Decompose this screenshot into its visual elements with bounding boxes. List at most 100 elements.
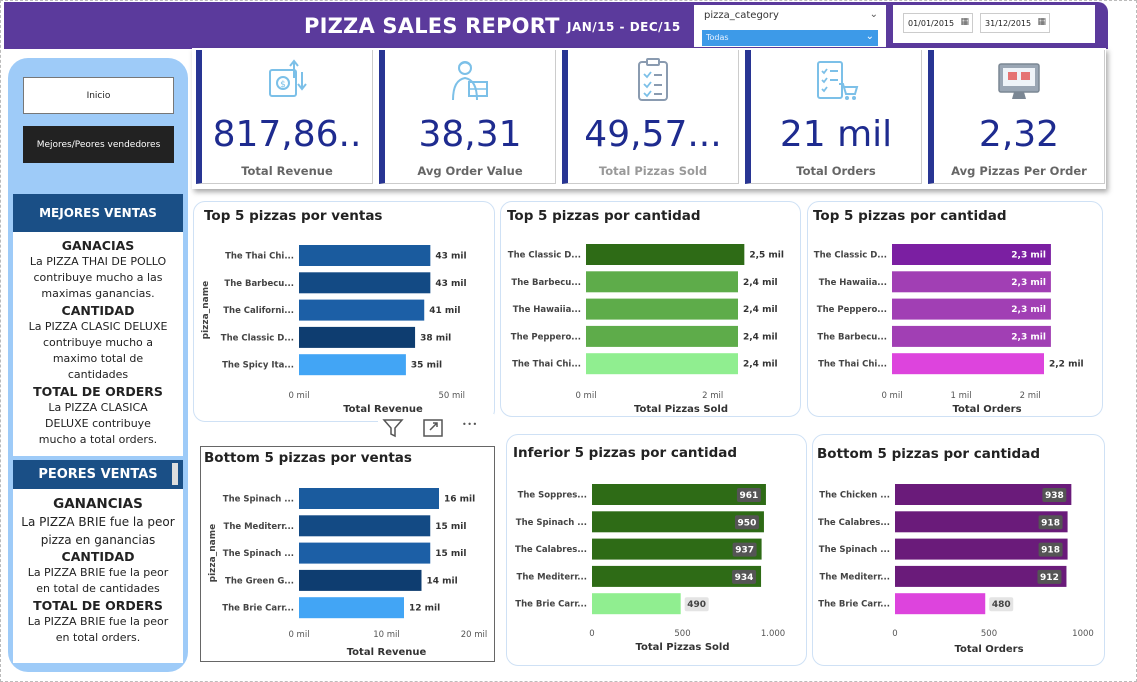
chart-card-top-orders[interactable]: Top 5 pizzas por cantidad The Classic D.… [807, 201, 1103, 417]
category-dropdown[interactable]: Todas ⌄ [702, 30, 878, 46]
bar [586, 244, 745, 265]
bar [586, 271, 738, 293]
sidebar: Inicio Mejores/Peores vendedores MEJORES… [8, 58, 188, 672]
category-label: The Thai Chi... [512, 360, 581, 370]
cantidad-text: La PIZZA CLASIC DELUXE contribuye mucho … [28, 320, 168, 381]
start-date-input[interactable]: 01/01/2015 ▦ [903, 13, 973, 33]
chart-card-bottom-orders[interactable]: Bottom 5 pizzas por cantidad The Chicken… [812, 434, 1105, 666]
peores-ventas-heading: PEORES VENTAS [13, 460, 183, 489]
kpi-row: $ 817,86.. Total Revenue 38,31 Avg Order… [192, 48, 1106, 189]
bar [586, 325, 738, 347]
end-date-input[interactable]: 31/12/2015 ▦ [980, 13, 1050, 33]
data-label: 2,4 mil [743, 305, 778, 315]
category-label: The Thai Chi... [818, 360, 887, 370]
chart-card-top-revenue[interactable]: Top 5 pizzas por ventas The Thai Chi... 4… [193, 201, 495, 422]
data-label: 490 [687, 600, 706, 610]
monitor-cart-icon [998, 63, 1040, 99]
data-label: 2,3 mil [1011, 305, 1046, 315]
bar [299, 488, 439, 509]
orders-heading: TOTAL DE ORDERS [33, 384, 163, 399]
category-label: The Barbecu... [817, 332, 887, 342]
category-label: The Hawaiia... [819, 278, 887, 288]
data-label: 938 [1045, 491, 1064, 501]
bar [299, 272, 431, 294]
kpi-card-total-pizzas-sold[interactable]: 49,57... Total Pizzas Sold [562, 50, 739, 184]
kpi-label: Total Pizzas Sold [598, 164, 708, 178]
category-label: The Californi... [223, 306, 294, 316]
mejores-peores-button[interactable]: Mejores/Peores vendedores [23, 126, 174, 163]
tick-label: 1.000 [761, 629, 785, 639]
category-label: The Calabres... [818, 518, 890, 528]
cantidad-text: La PIZZA BRIE fue la peor en total de ca… [27, 566, 169, 595]
kpi-card-avg-order-value[interactable]: 38,31 Avg Order Value [379, 50, 556, 184]
category-selected-value: Todas [706, 33, 729, 42]
calendar-icon[interactable]: ▦ [1037, 17, 1046, 27]
data-label: 12 mil [409, 604, 440, 614]
focus-mode-icon[interactable] [422, 418, 444, 442]
filter-icon[interactable] [382, 418, 404, 442]
kpi-card-total-revenue[interactable]: $ 817,86.. Total Revenue [196, 50, 373, 184]
ganancias-text: La PIZZA BRIE fue la peor pizza en ganan… [21, 515, 175, 547]
kpi-card-total-orders[interactable]: 21 mil Total Orders [745, 50, 922, 184]
category-label: The Spinach ... [223, 549, 294, 559]
data-label: 2,2 mil [1049, 360, 1084, 370]
bar [892, 353, 1044, 375]
chart-card-bottom-quantity[interactable]: Inferior 5 pizzas por cantidad The Soppr… [506, 434, 807, 666]
tick-label: 10 mil [373, 630, 400, 640]
category-label: The Peppero... [817, 305, 887, 315]
data-label: 41 mil [429, 306, 460, 316]
scrollbar[interactable] [172, 463, 178, 485]
data-label: 961 [740, 491, 759, 501]
orders-text: La PIZZA CLASICA DELUXE contribuye mucho… [38, 401, 158, 446]
tick-label: 0 mil [881, 391, 902, 401]
data-label: 2,4 mil [743, 278, 778, 288]
ganancias-heading: GANACIAS [61, 238, 135, 253]
x-axis-label: Total Pizzas Sold [634, 404, 728, 415]
category-label: The Green G... [225, 576, 294, 586]
inicio-button[interactable]: Inicio [23, 77, 174, 114]
mejores-ventas-panel: GANACIAS La PIZZA THAI DE POLLO contribu… [13, 232, 183, 456]
category-label: The Chicken ... [819, 491, 890, 501]
calendar-icon[interactable]: ▦ [960, 17, 969, 27]
checklist-cart-icon [817, 61, 859, 100]
tick-label: 0 [589, 629, 594, 639]
x-axis-label: Total Revenue [347, 647, 427, 658]
tick-label: 0 [892, 629, 897, 639]
y-axis-label: pizza_name [201, 281, 211, 340]
end-date-value: 31/12/2015 [985, 19, 1032, 28]
data-label: 480 [992, 600, 1011, 610]
category-label: The Mediterr... [517, 572, 587, 582]
tick-label: 0 mil [288, 630, 309, 640]
svg-text:$: $ [280, 80, 286, 90]
tick-label: 2 mil [702, 391, 723, 401]
data-label: 2,3 mil [1011, 251, 1046, 261]
bar [586, 298, 738, 320]
kpi-card-avg-pizzas-per-order[interactable]: 2,32 Avg Pizzas Per Order [928, 50, 1105, 184]
data-label: 2,4 mil [743, 360, 778, 370]
tick-label: 1 mil [951, 391, 972, 401]
kpi-value: 817,86.. [212, 114, 362, 155]
ganancias-heading: GANANCIAS [53, 496, 143, 512]
bar [299, 542, 431, 564]
more-options-icon[interactable]: • • • [462, 420, 477, 429]
data-label: 2,5 mil [749, 251, 784, 261]
data-label: 918 [1041, 518, 1060, 528]
category-label: The Mediterr... [224, 522, 294, 532]
chart-card-top-quantity[interactable]: Top 5 pizzas por cantidad The Classic D.… [500, 201, 801, 417]
category-label: The Peppero... [511, 332, 581, 342]
chevron-down-icon[interactable]: ⌄ [870, 9, 878, 20]
data-label: 937 [735, 546, 754, 556]
bar [299, 515, 431, 537]
bar [299, 597, 404, 619]
data-label: 38 mil [420, 333, 451, 343]
category-label: The Spicy Ita... [222, 361, 294, 371]
data-label: 35 mil [411, 361, 442, 371]
bar [592, 593, 681, 615]
kpi-value: 38,31 [418, 114, 522, 155]
chart-card-bottom-revenue[interactable]: Bottom 5 pizzas por ventas The Spinach .… [200, 446, 495, 662]
orders-text: La PIZZA BRIE fue la peor en total order… [27, 615, 169, 644]
category-label: The Barbecu... [224, 279, 294, 289]
bar [299, 569, 422, 591]
clipboard-checklist-icon [638, 58, 668, 101]
category-slicer[interactable]: pizza_category ⌄ Todas ⌄ [694, 5, 886, 47]
